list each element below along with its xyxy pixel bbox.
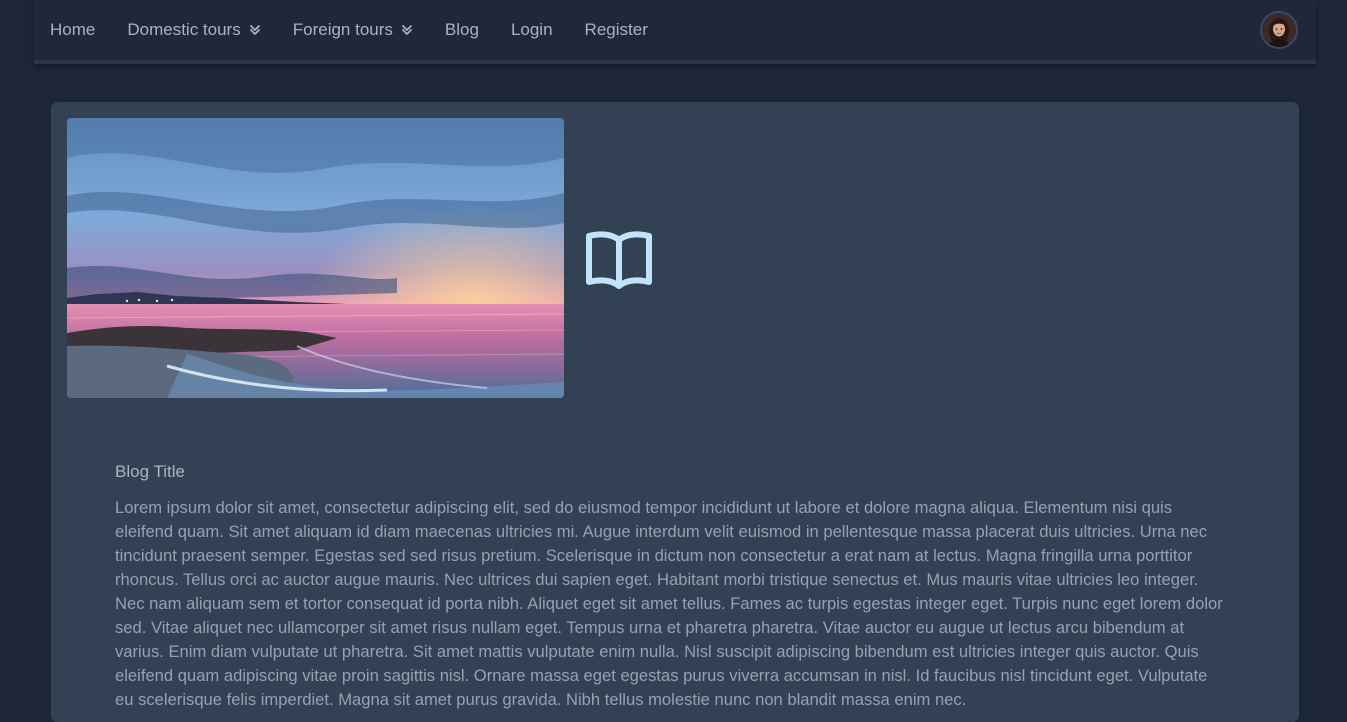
nav-item-label: Home xyxy=(50,20,96,39)
nav-item-register[interactable]: Register xyxy=(585,20,648,40)
double-chevron-down-icon xyxy=(401,24,413,36)
nav-item-label: Register xyxy=(584,20,648,39)
double-chevron-down-icon xyxy=(249,24,261,36)
nav-item-foreign-tours[interactable]: Foreign tours xyxy=(293,20,413,40)
blog-title: Blog Title xyxy=(115,462,185,481)
sunset-beach-photo xyxy=(67,118,564,398)
nav-item-login[interactable]: Login xyxy=(511,20,553,40)
nav-item-label: Foreign tours xyxy=(292,20,393,39)
nav-item-blog[interactable]: Blog xyxy=(445,20,479,40)
nav-item-home[interactable]: Home xyxy=(50,20,95,40)
top-navbar: Home Domestic tours Foreign tours Blog L… xyxy=(34,0,1316,64)
nav-item-domestic-tours[interactable]: Domestic tours xyxy=(127,20,260,40)
nav-item-label: Domestic tours xyxy=(127,20,241,39)
user-avatar[interactable] xyxy=(1260,11,1298,49)
nav-item-label: Blog xyxy=(444,20,479,39)
nav-menu: Home Domestic tours Foreign tours Blog L… xyxy=(34,0,664,60)
nav-item-label: Login xyxy=(510,20,553,39)
blog-body-text: Lorem ipsum dolor sit amet, consectetur … xyxy=(115,498,1223,709)
open-book-icon xyxy=(584,230,654,295)
blog-card: Blog Title Lorem ipsum dolor sit amet, c… xyxy=(51,102,1299,722)
